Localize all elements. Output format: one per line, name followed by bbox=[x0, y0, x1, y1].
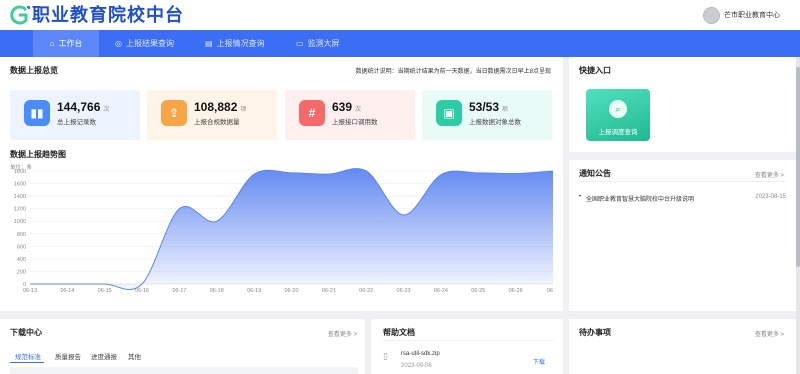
stat-label: 上报合规数据量 bbox=[194, 119, 240, 126]
todo-card: 待办事项 查看更多 > bbox=[569, 319, 796, 374]
x-tick-label: 06-13 bbox=[23, 288, 37, 294]
overview-note: 数据统计说明：当期统计结果为前一天数据，当日数据需次日早上8点呈现 bbox=[355, 69, 551, 75]
stat-card-total-records: ▮▮ 144,766 次 总上报记录数 bbox=[10, 90, 140, 140]
notice-item[interactable]: • 全国职业教育智慧大脑院校中台升级说明 2023-08-15 bbox=[579, 193, 786, 203]
x-tick-label: 06-22 bbox=[359, 288, 373, 294]
stat-value: 639 次 bbox=[332, 100, 362, 114]
divider bbox=[383, 340, 553, 341]
y-tick-label: 800 bbox=[17, 232, 26, 238]
y-tick-label: 200 bbox=[17, 269, 26, 275]
hash-icon: # bbox=[299, 100, 325, 126]
stat-card-data-objects: ▣ 53/53 项 上报数据对象总数 bbox=[422, 90, 552, 140]
x-tick-label: 06-25 bbox=[471, 288, 485, 294]
avatar[interactable] bbox=[703, 6, 720, 24]
x-tick-label: 06-19 bbox=[247, 288, 261, 294]
x-tick-label: 06-23 bbox=[397, 288, 411, 294]
y-tick-label: 1400 bbox=[14, 194, 26, 200]
notice-more-link[interactable]: 查看更多 > bbox=[755, 170, 784, 179]
stat-card-api-calls: # 639 次 上报接口调用数 bbox=[285, 90, 415, 140]
nav-item-workbench[interactable]: ⌂ 工作台 bbox=[33, 30, 99, 57]
check-circle-icon: ◎ bbox=[115, 39, 122, 48]
x-tick-label: 06-21 bbox=[322, 288, 336, 294]
download-title: 下载中心 bbox=[10, 328, 42, 337]
user-name[interactable]: 芒市职业教育中心 bbox=[724, 10, 780, 20]
archive-icon: ▣ bbox=[436, 100, 462, 126]
divider bbox=[579, 181, 786, 182]
notice-date: 2023-08-15 bbox=[755, 194, 786, 200]
overview-card: 数据上报总览 数据统计说明：当期统计结果为前一天数据，当日数据需次日早上8点呈现… bbox=[0, 57, 563, 311]
x-tick-label: 06-14 bbox=[60, 288, 74, 294]
stat-value: 144,766 次 bbox=[57, 100, 110, 114]
tab-other[interactable]: 其他 bbox=[128, 351, 141, 361]
stat-label: 上报接口调用数 bbox=[332, 119, 378, 126]
upload-icon: ⇪ bbox=[161, 100, 187, 126]
bar-chart-icon: ▮▮ bbox=[24, 100, 50, 126]
download-center-card: 下载中心 查看更多 > 规范标准 质量报告 进度通报 其他 bbox=[0, 319, 365, 374]
y-tick-label: 1800 bbox=[14, 169, 26, 175]
x-tick-label: 06-20 bbox=[284, 288, 298, 294]
quick-title: 快捷入口 bbox=[579, 66, 611, 75]
y-tick-label: 1000 bbox=[14, 219, 26, 225]
y-tick-label: 1600 bbox=[14, 182, 26, 188]
stat-label: 上报数据对象总数 bbox=[469, 119, 521, 126]
stat-label: 总上报记录数 bbox=[57, 119, 96, 126]
file-date: 2023-09-06 bbox=[401, 363, 432, 369]
trend-title: 数据上报趋势图 bbox=[10, 150, 66, 159]
file-name: rsa-util-sdk.zip bbox=[401, 351, 440, 357]
stat-value: 108,882 项 bbox=[194, 100, 247, 114]
x-tick-label: 06-15 bbox=[98, 288, 112, 294]
trend-chart: 02004006008001000120014001600180006-13 06… bbox=[14, 168, 554, 294]
nav-item-monitor[interactable]: ▭ 监测大屏 bbox=[296, 30, 340, 57]
quick-entry-card: 快捷入口 ⌕ 上报调度查询 bbox=[569, 57, 796, 152]
page-scrollbar[interactable] bbox=[796, 57, 800, 374]
document-icon: ▤ bbox=[205, 39, 213, 48]
help-title: 帮助文档 bbox=[383, 328, 415, 337]
download-more-link[interactable]: 查看更多 > bbox=[328, 329, 357, 338]
nav-item-result-query[interactable]: ◎ 上报结果查询 bbox=[115, 30, 174, 57]
x-tick-label: 06-16 bbox=[135, 288, 149, 294]
scrollbar-thumb[interactable] bbox=[796, 67, 800, 267]
app-title: 职业教育院校中台 bbox=[32, 5, 184, 25]
search-icon: ⌕ bbox=[609, 100, 627, 118]
user-menu[interactable]: 芒市职业教育中心 bbox=[703, 6, 780, 24]
x-tick-label: 06-26 bbox=[509, 288, 523, 294]
x-tick-label: 06-24 bbox=[434, 288, 448, 294]
tab-progress-notice[interactable]: 进度通报 bbox=[91, 351, 117, 361]
home-icon: ⌂ bbox=[49, 39, 55, 48]
logo-icon bbox=[10, 5, 30, 25]
bullet-icon: • bbox=[579, 194, 582, 200]
tab-standards[interactable]: 规范标准 bbox=[15, 351, 41, 361]
notice-title: 通知公告 bbox=[579, 169, 611, 178]
stat-card-compliant-data: ⇪ 108,882 项 上报合规数据量 bbox=[147, 90, 277, 140]
nav-label: 监测大屏 bbox=[307, 39, 340, 48]
y-tick-label: 1200 bbox=[14, 207, 26, 213]
todo-title: 待办事项 bbox=[579, 328, 611, 337]
quick-tile-label: 上报调度查询 bbox=[598, 129, 638, 136]
todo-more-link[interactable]: 查看更多 > bbox=[755, 329, 784, 338]
nav-label: 上报情况查询 bbox=[216, 39, 265, 48]
nav-label: 上报结果查询 bbox=[125, 39, 174, 48]
monitor-icon: ▭ bbox=[296, 39, 304, 48]
y-tick-label: 600 bbox=[17, 244, 26, 250]
download-button[interactable]: 下载 bbox=[533, 357, 545, 366]
main-nav: ⌂ 工作台 ◎ 上报结果查询 ▤ 上报情况查询 ▭ 监测大屏 bbox=[0, 30, 800, 57]
x-tick-label: 06 bbox=[547, 288, 553, 294]
tab-quality-report[interactable]: 质量报告 bbox=[55, 351, 81, 361]
file-icon: ▯ bbox=[383, 351, 388, 361]
help-docs-card: 帮助文档 ▯ rsa-util-sdk.zip 2023-09-06 下载 bbox=[371, 319, 563, 374]
nav-item-status-query[interactable]: ▤ 上报情况查询 bbox=[205, 30, 265, 57]
stat-value: 53/53 项 bbox=[469, 100, 509, 114]
quick-tile-report-query[interactable]: ⌕ 上报调度查询 bbox=[586, 89, 650, 141]
app-header: 职业教育院校中台 芒市职业教育中心 bbox=[0, 0, 800, 30]
tab-active-indicator bbox=[10, 362, 44, 363]
y-tick-label: 400 bbox=[17, 257, 26, 263]
overview-title: 数据上报总览 bbox=[10, 66, 58, 75]
download-list-header bbox=[10, 367, 358, 374]
x-tick-label: 06-18 bbox=[210, 288, 224, 294]
notice-text: 全国职业教育智慧大脑院校中台升级说明 bbox=[586, 197, 695, 203]
x-tick-label: 06-17 bbox=[172, 288, 186, 294]
notice-card: 通知公告 查看更多 > • 全国职业教育智慧大脑院校中台升级说明 2023-08… bbox=[569, 160, 796, 311]
nav-label: 工作台 bbox=[58, 39, 83, 48]
